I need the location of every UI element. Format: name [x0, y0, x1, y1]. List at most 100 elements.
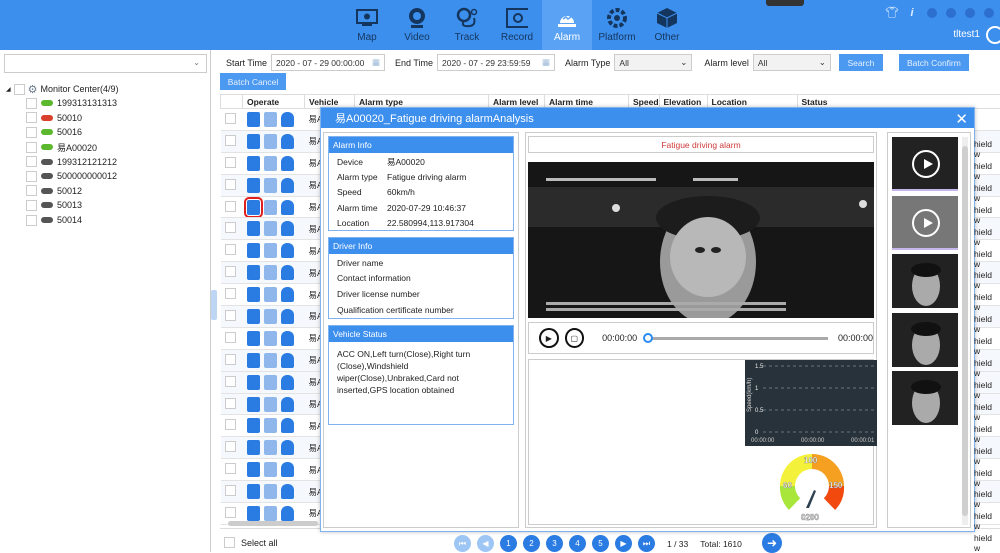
alarm-bell-icon[interactable]	[281, 397, 294, 412]
alarm-bell-icon[interactable]	[281, 221, 294, 236]
row-checkbox-cell[interactable]	[221, 306, 243, 328]
go-page-arrow-icon[interactable]: ➜	[762, 533, 782, 553]
alarm-detail-icon[interactable]	[264, 221, 277, 236]
calendar-icon[interactable]: ▦	[372, 57, 380, 68]
nav-map[interactable]: Map	[342, 0, 392, 50]
batch-cancel-button[interactable]: Batch Cancel	[220, 73, 286, 90]
page-button[interactable]: 1	[500, 535, 517, 552]
alarm-analysis-icon[interactable]	[247, 287, 260, 302]
alarm-analysis-icon[interactable]	[247, 178, 260, 193]
last-page-button[interactable]: ⏭	[638, 535, 655, 552]
row-checkbox-cell[interactable]	[221, 371, 243, 393]
row-checkbox[interactable]	[225, 288, 236, 299]
row-checkbox-cell[interactable]	[221, 174, 243, 196]
nav-alarm[interactable]: Alarm	[542, 0, 592, 50]
vehicle-checkbox[interactable]	[26, 171, 37, 182]
alarm-detail-icon[interactable]	[264, 375, 277, 390]
user-avatar-icon[interactable]	[986, 26, 1000, 44]
tree-vehicle-item[interactable]: 50012	[26, 184, 119, 199]
alarm-analysis-icon[interactable]	[247, 440, 260, 455]
alarm-analysis-icon[interactable]	[247, 134, 260, 149]
alarm-analysis-icon[interactable]	[247, 112, 260, 127]
alarm-detail-icon[interactable]	[264, 112, 277, 127]
batch-confirm-button[interactable]: Batch Confirm	[899, 54, 969, 71]
close-icon[interactable]: ✕	[955, 110, 968, 128]
alarm-detail-icon[interactable]	[264, 484, 277, 499]
row-checkbox[interactable]	[225, 419, 236, 430]
alarm-bell-icon[interactable]	[281, 484, 294, 499]
alarm-analysis-icon[interactable]	[247, 397, 260, 412]
alarm-bell-icon[interactable]	[281, 331, 294, 346]
alarm-level-select[interactable]: All⌄	[753, 54, 831, 71]
alarm-bell-icon[interactable]	[281, 375, 294, 390]
alarm-analysis-icon[interactable]	[247, 484, 260, 499]
tree-vehicle-item[interactable]: 50014	[26, 213, 119, 228]
alarm-detail-icon[interactable]	[264, 287, 277, 302]
skin-icon[interactable]: 👕︎	[885, 6, 897, 19]
row-checkbox-cell[interactable]	[221, 109, 243, 131]
info-icon[interactable]: i	[906, 7, 918, 19]
alarm-detail-icon[interactable]	[264, 506, 277, 521]
play-button[interactable]: ▶	[539, 328, 559, 348]
row-checkbox-cell[interactable]	[221, 262, 243, 284]
alarm-analysis-icon[interactable]	[247, 221, 260, 236]
close-window-icon[interactable]	[984, 8, 994, 18]
alarm-detail-icon[interactable]	[264, 353, 277, 368]
image-thumbnail[interactable]	[892, 371, 958, 425]
alarm-analysis-icon[interactable]	[247, 418, 260, 433]
alarm-analysis-icon[interactable]	[247, 243, 260, 258]
first-page-button[interactable]: ⏮	[454, 535, 471, 552]
alarm-detail-icon[interactable]	[264, 134, 277, 149]
nav-platform[interactable]: Platform	[592, 0, 642, 50]
minimize-icon[interactable]	[946, 8, 956, 18]
alarm-bell-icon[interactable]	[281, 178, 294, 193]
switch-icon[interactable]	[927, 8, 937, 18]
image-thumbnail[interactable]	[892, 254, 958, 308]
vehicle-checkbox[interactable]	[26, 185, 37, 196]
vehicle-checkbox[interactable]	[26, 215, 37, 226]
alarm-analysis-icon[interactable]	[247, 265, 260, 280]
row-checkbox[interactable]	[225, 113, 236, 124]
select-all-checkbox[interactable]	[224, 537, 235, 548]
horizontal-scrollbar[interactable]	[228, 521, 318, 526]
vehicle-checkbox[interactable]	[26, 112, 37, 123]
row-checkbox-cell[interactable]	[221, 437, 243, 459]
alarm-analysis-icon[interactable]	[247, 309, 260, 324]
tree-vehicle-item[interactable]: 50013	[26, 198, 119, 213]
expand-triangle-icon[interactable]: ◢	[6, 86, 11, 93]
nav-other[interactable]: Other	[642, 0, 692, 50]
alarm-bell-icon[interactable]	[281, 462, 294, 477]
row-checkbox[interactable]	[225, 398, 236, 409]
row-checkbox[interactable]	[225, 266, 236, 277]
page-button[interactable]: 5	[592, 535, 609, 552]
alarm-detail-icon[interactable]	[264, 156, 277, 171]
alarm-analysis-icon[interactable]	[247, 506, 260, 521]
row-checkbox[interactable]	[225, 179, 236, 190]
alarm-detail-icon[interactable]	[264, 200, 277, 215]
alarm-type-select[interactable]: All⌄	[614, 54, 692, 71]
seek-thumb[interactable]	[643, 333, 653, 343]
row-checkbox-cell[interactable]	[221, 218, 243, 240]
stop-button[interactable]: ▢	[565, 328, 585, 348]
row-checkbox[interactable]	[225, 507, 236, 518]
row-checkbox-cell[interactable]	[221, 284, 243, 306]
row-checkbox[interactable]	[225, 332, 236, 343]
tree-root[interactable]: ◢ ⚙ Monitor Center(4/9)	[6, 82, 119, 96]
vehicle-checkbox[interactable]	[26, 98, 37, 109]
vehicle-checkbox[interactable]	[26, 142, 37, 153]
row-checkbox-cell[interactable]	[221, 349, 243, 371]
select-all[interactable]: Select all	[224, 537, 278, 548]
alarm-bell-icon[interactable]	[281, 134, 294, 149]
alarm-bell-icon[interactable]	[281, 287, 294, 302]
column-header[interactable]: Operate	[243, 95, 305, 109]
page-button[interactable]: 3	[546, 535, 563, 552]
image-thumbnail[interactable]	[892, 313, 958, 367]
row-checkbox-cell[interactable]	[221, 481, 243, 503]
alarm-bell-icon[interactable]	[281, 156, 294, 171]
row-checkbox[interactable]	[225, 485, 236, 496]
alarm-analysis-icon[interactable]	[247, 462, 260, 477]
window-drag-handle[interactable]	[766, 0, 804, 6]
row-checkbox-cell[interactable]	[221, 130, 243, 152]
search-button[interactable]: Search	[839, 54, 883, 71]
seek-slider[interactable]	[647, 337, 828, 340]
